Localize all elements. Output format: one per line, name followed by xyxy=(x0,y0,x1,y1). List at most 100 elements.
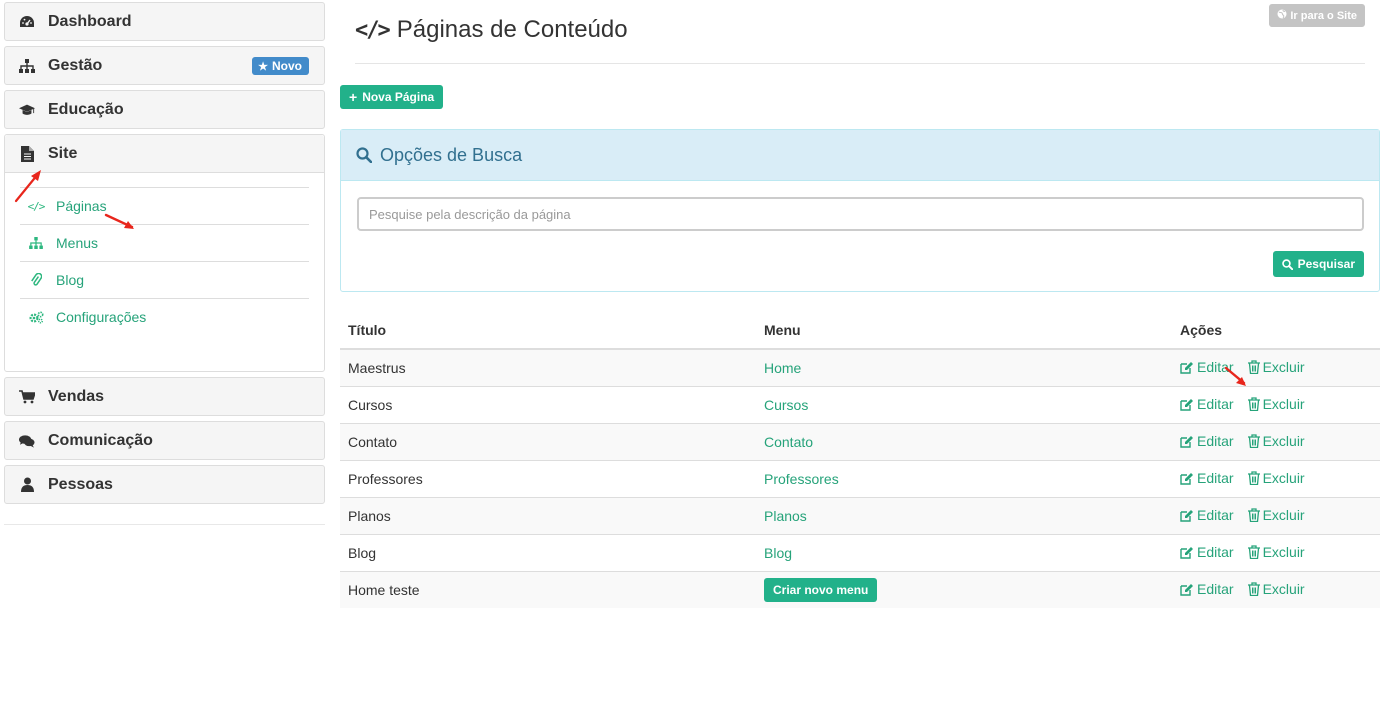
sidebar-item-gestao[interactable]: Gestão ★ Novo xyxy=(4,46,325,85)
edit-button[interactable]: Editar xyxy=(1180,433,1234,449)
pages-table: Título Menu Ações Maestrus Home Editar Excl… xyxy=(340,312,1380,608)
site-panel: Site </> Páginas Menus Blog Configuraçõe… xyxy=(4,134,325,372)
sidebar-item-label: Pessoas xyxy=(48,475,113,493)
cell-actions: Editar Excluir xyxy=(1172,348,1380,386)
plus-icon: + xyxy=(349,89,358,105)
sidebar-item-label: Educação xyxy=(48,100,124,118)
cell-actions: Editar Excluir xyxy=(1172,533,1380,571)
trash-icon xyxy=(1247,507,1260,522)
trash-icon xyxy=(1247,433,1260,448)
sidebar: Dashboard Gestão ★ Novo Educação Site </>… xyxy=(4,2,325,525)
delete-button[interactable]: Excluir xyxy=(1247,581,1305,597)
gears-icon xyxy=(28,310,44,324)
cell-actions: Editar Excluir xyxy=(1172,496,1380,534)
delete-button[interactable]: Excluir xyxy=(1247,544,1305,560)
code-icon: </> xyxy=(355,17,391,43)
edit-label: Editar xyxy=(1197,544,1234,560)
menu-link[interactable]: Home xyxy=(764,360,801,376)
edit-button[interactable]: Editar xyxy=(1180,396,1234,412)
new-page-label: Nova Página xyxy=(362,90,435,104)
edit-label: Editar xyxy=(1197,359,1234,376)
menu-link[interactable]: Contato xyxy=(764,434,813,450)
search-icon xyxy=(356,147,372,163)
search-button[interactable]: Pesquisar xyxy=(1272,251,1364,277)
edit-icon xyxy=(1180,472,1193,485)
cell-title: Professores xyxy=(340,459,756,497)
submenu-label: Configurações xyxy=(56,309,147,325)
cell-actions: Editar Excluir xyxy=(1172,459,1380,497)
submenu-item-blog[interactable]: Blog xyxy=(20,261,309,298)
code-icon: </> xyxy=(27,199,46,213)
edit-label: Editar xyxy=(1197,433,1234,449)
menu-link[interactable]: Cursos xyxy=(764,397,808,413)
trash-icon xyxy=(1247,396,1260,411)
new-page-button[interactable]: + Nova Página xyxy=(340,85,444,109)
file-icon xyxy=(19,145,35,162)
submenu-item-menus[interactable]: Menus xyxy=(20,224,309,261)
table-row: Contato Contato Editar Excluir xyxy=(340,422,1380,460)
edit-icon xyxy=(1180,398,1193,411)
sidebar-item-vendas[interactable]: Vendas xyxy=(4,377,325,416)
table-row: Planos Planos Editar Excluir xyxy=(340,496,1380,534)
create-menu-button[interactable]: Criar novo menu xyxy=(764,577,878,602)
dashboard-icon xyxy=(19,14,35,30)
graduation-cap-icon xyxy=(19,102,35,118)
delete-button[interactable]: Excluir xyxy=(1247,395,1305,412)
page-title-text: Páginas de Conteúdo xyxy=(396,16,628,43)
cell-menu: Criar novo menu xyxy=(756,570,1172,608)
sidebar-item-label: Gestão xyxy=(48,56,103,74)
sidebar-item-dashboard[interactable]: Dashboard xyxy=(4,2,325,41)
edit-icon xyxy=(1180,361,1193,374)
table-row: Cursos Cursos Editar Excluir xyxy=(340,385,1380,423)
submenu-item-configuracoes[interactable]: Configurações xyxy=(20,298,309,335)
edit-button[interactable]: Editar xyxy=(1180,544,1234,560)
menu-link[interactable]: Professores xyxy=(764,471,839,487)
column-header-actions: Ações xyxy=(1172,312,1380,350)
edit-label: Editar xyxy=(1197,507,1234,523)
table-body: Maestrus Home Editar Excluir Cursos Cursos Edi… xyxy=(340,348,1380,608)
cell-menu: Planos xyxy=(756,496,1172,534)
edit-button[interactable]: Editar xyxy=(1180,470,1234,486)
sidebar-item-pessoas[interactable]: Pessoas xyxy=(4,465,325,504)
user-icon xyxy=(19,477,35,493)
table-row: Maestrus Home Editar Excluir xyxy=(340,348,1380,386)
trash-icon xyxy=(1247,360,1260,374)
menu-link[interactable]: Planos xyxy=(764,508,807,524)
column-header-title: Título xyxy=(340,312,756,350)
sidebar-divider xyxy=(4,524,325,525)
delete-label: Excluir xyxy=(1262,432,1305,449)
submenu-label: Blog xyxy=(56,272,85,288)
goto-site-button[interactable]: Ir para o Site xyxy=(1269,4,1365,27)
table-row: Home teste Criar novo menu Editar Excluir xyxy=(340,570,1380,608)
edit-button[interactable]: Editar xyxy=(1180,581,1234,597)
cell-title: Home teste xyxy=(340,570,756,608)
sidebar-item-comunicacao[interactable]: Comunicação xyxy=(4,421,325,460)
new-badge: ★ Novo xyxy=(252,57,309,75)
cart-icon xyxy=(19,389,35,405)
delete-button[interactable]: Excluir xyxy=(1247,432,1305,449)
sidebar-item-site[interactable]: Site xyxy=(5,135,324,173)
edit-label: Editar xyxy=(1197,581,1234,598)
trash-icon xyxy=(1247,544,1260,559)
delete-label: Excluir xyxy=(1262,395,1305,412)
edit-button[interactable]: Editar xyxy=(1180,507,1234,523)
menu-link[interactable]: Blog xyxy=(764,545,792,561)
submenu-item-paginas[interactable]: </> Páginas xyxy=(20,187,309,224)
goto-site-label: Ir para o Site xyxy=(1290,9,1357,22)
cell-actions: Editar Excluir xyxy=(1172,385,1380,423)
cell-menu: Contato xyxy=(756,422,1172,460)
title-divider xyxy=(355,63,1365,64)
cell-title: Maestrus xyxy=(340,348,756,386)
edit-button[interactable]: Editar xyxy=(1180,359,1234,375)
edit-icon xyxy=(1180,509,1193,522)
delete-button[interactable]: Excluir xyxy=(1247,470,1305,486)
cell-title: Planos xyxy=(340,496,756,534)
delete-button[interactable]: Excluir xyxy=(1247,359,1305,375)
badge-label: Novo xyxy=(272,59,302,73)
search-input[interactable] xyxy=(357,197,1364,231)
sidebar-item-educacao[interactable]: Educação xyxy=(4,90,325,129)
delete-button[interactable]: Excluir xyxy=(1247,507,1305,523)
cell-title: Contato xyxy=(340,422,756,460)
table-header-row: Título Menu Ações xyxy=(340,312,1380,350)
sitemap-icon xyxy=(28,237,44,249)
